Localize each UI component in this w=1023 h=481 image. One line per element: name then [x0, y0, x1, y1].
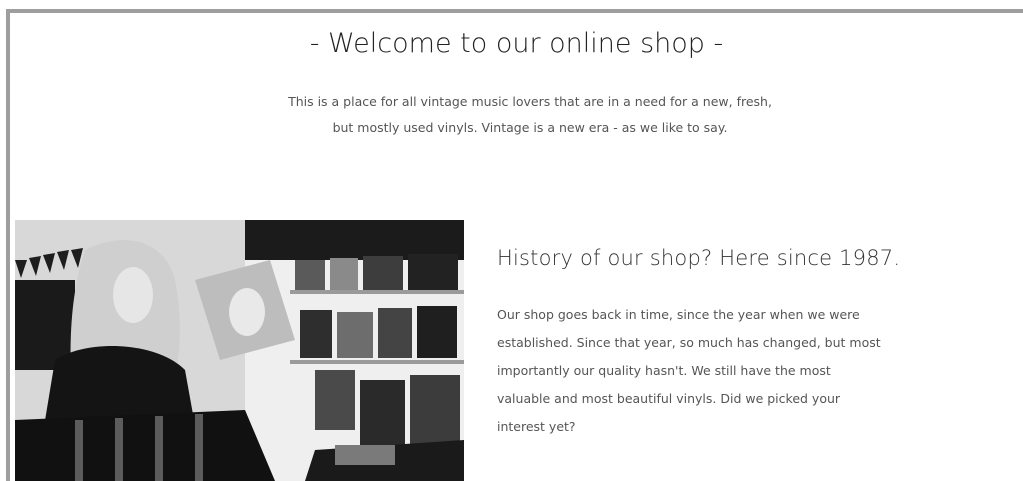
top-border — [6, 9, 1023, 13]
welcome-title: - Welcome to our online shop - — [309, 28, 724, 59]
page: - Welcome to our online shop - This is a… — [0, 0, 1023, 481]
left-border — [6, 9, 10, 481]
history-line-3: importantly our quality hasn't. We still… — [497, 363, 831, 378]
history-title: History of our shop? Here since 1987. — [497, 246, 901, 270]
welcome-line-2: but mostly used vinyls. Vintage is a new… — [332, 120, 728, 135]
history-line-4: valuable and most beautiful vinyls. Did … — [497, 391, 841, 406]
welcome-description: This is a place for all vintage music lo… — [200, 89, 860, 141]
record-shop-photo — [15, 220, 464, 481]
history-line-1: Our shop goes back in time, since the ye… — [497, 307, 860, 322]
history-line-2: established. Since that year, so much ha… — [497, 335, 881, 350]
welcome-line-1: This is a place for all vintage music lo… — [288, 94, 772, 109]
history-description: Our shop goes back in time, since the ye… — [497, 301, 967, 441]
history-line-5: interest yet? — [497, 419, 576, 434]
